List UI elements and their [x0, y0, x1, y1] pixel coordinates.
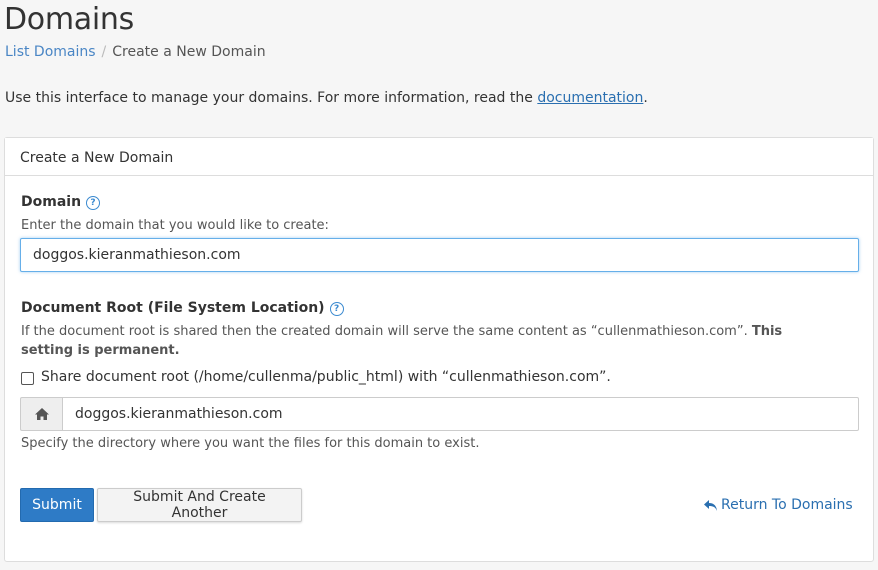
docroot-label: Document Root (File System Location)? — [21, 300, 344, 316]
home-icon — [34, 408, 49, 420]
submit-button[interactable]: Submit — [20, 488, 94, 522]
return-to-domains-link[interactable]: Return To Domains — [703, 497, 853, 513]
docroot-label-text: Document Root (File System Location) — [21, 300, 325, 316]
share-docroot-label[interactable]: Share document root (/home/cullenma/publ… — [41, 369, 611, 385]
create-domain-panel: Create a New Domain Domain? Enter the do… — [4, 137, 874, 562]
domain-label-text: Domain — [21, 194, 82, 210]
domain-hint: Enter the domain that you would like to … — [21, 218, 329, 233]
docroot-help-icon[interactable]: ? — [329, 302, 344, 316]
domain-help-icon[interactable]: ? — [86, 196, 101, 210]
breadcrumb-separator: / — [101, 44, 107, 60]
docroot-info: If the document root is shared then the … — [21, 322, 821, 360]
intro-text: Use this interface to manage your domain… — [5, 90, 648, 106]
docroot-info-text: If the document root is shared then the … — [21, 324, 752, 339]
submit-and-create-another-button[interactable]: Submit And Create Another — [97, 488, 302, 522]
reply-arrow-icon — [704, 499, 717, 511]
docroot-hint: Specify the directory where you want the… — [21, 436, 480, 451]
domain-label: Domain? — [21, 194, 101, 210]
intro-text-main: Use this interface to manage your domain… — [5, 90, 538, 106]
docroot-input[interactable] — [62, 397, 859, 431]
domain-input[interactable] — [20, 238, 859, 272]
breadcrumb: List Domains / Create a New Domain — [5, 44, 266, 60]
return-to-domains-label: Return To Domains — [721, 497, 853, 513]
breadcrumb-list-domains-link[interactable]: List Domains — [5, 44, 96, 60]
home-addon — [20, 397, 62, 431]
breadcrumb-current: Create a New Domain — [112, 44, 266, 60]
share-docroot-checkbox[interactable] — [21, 372, 34, 385]
documentation-link[interactable]: documentation — [537, 90, 643, 106]
page-title: Domains — [4, 2, 134, 37]
panel-heading: Create a New Domain — [5, 138, 873, 176]
intro-text-end: . — [643, 90, 648, 106]
